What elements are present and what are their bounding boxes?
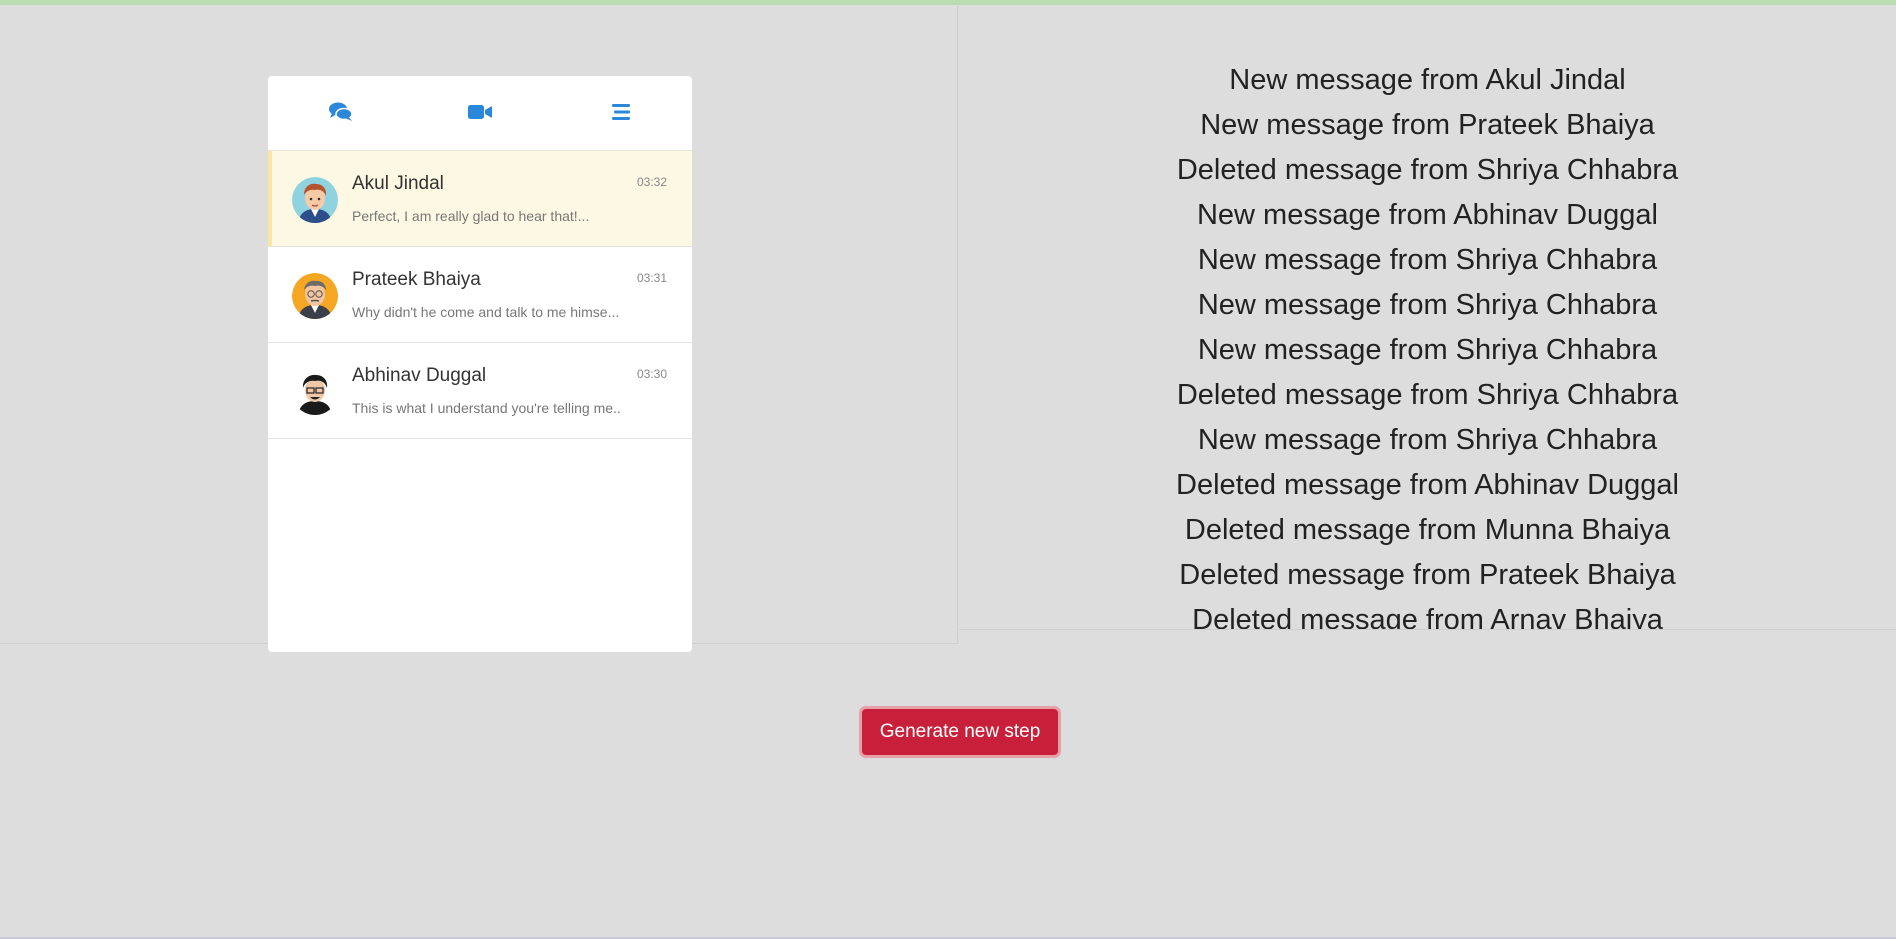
tab-menu[interactable] bbox=[607, 100, 635, 124]
tab-bar bbox=[268, 76, 692, 151]
message-preview: Perfect, I am really glad to hear that!.… bbox=[352, 208, 590, 224]
avatar bbox=[292, 273, 338, 319]
contact-name: Prateek Bhaiya bbox=[352, 269, 481, 290]
message-time: 03:32 bbox=[636, 175, 667, 189]
generate-new-step-button[interactable]: Generate new step bbox=[859, 706, 1061, 758]
log-entry: New message from Abhinav Duggal bbox=[1196, 199, 1658, 231]
log-entry: New message from Shriya Chhabra bbox=[1197, 289, 1658, 321]
log-entry: New message from Shriya Chhabra bbox=[1197, 244, 1658, 276]
log-entry: Deleted message from Prateek Bhaiya bbox=[1179, 559, 1676, 591]
avatar bbox=[292, 369, 338, 415]
log-entry: New message from Prateek Bhaiya bbox=[1200, 109, 1655, 141]
conversation-item[interactable]: Abhinav Duggal 03:30 This is what I unde… bbox=[268, 343, 692, 439]
menu-lines-icon bbox=[612, 104, 630, 120]
log-entry: Deleted message from Munna Bhaiya bbox=[1184, 514, 1671, 546]
log-entry: New message from Shriya Chhabra bbox=[1197, 334, 1658, 366]
log-entry: Deleted message from Abhinav Duggal bbox=[1176, 469, 1679, 501]
chat-bubbles-icon bbox=[329, 102, 353, 121]
message-preview: This is what I understand you're telling… bbox=[352, 400, 621, 416]
log-entry: Deleted message from Shriya Chhabra bbox=[1176, 154, 1679, 186]
log-entry: Deleted message from Shriya Chhabra bbox=[1176, 379, 1679, 411]
message-time: 03:30 bbox=[636, 367, 667, 381]
contact-name: Akul Jindal bbox=[352, 173, 444, 194]
conversation-item[interactable]: Prateek Bhaiya 03:31 Why didn't he come … bbox=[268, 247, 692, 343]
message-time: 03:31 bbox=[636, 271, 667, 285]
chat-preview-pane: Akul Jindal 03:32 Perfect, I am really g… bbox=[0, 6, 958, 652]
contact-name: Abhinav Duggal bbox=[352, 365, 487, 386]
log-entry: New message from Akul Jindal bbox=[1229, 64, 1626, 96]
event-log: New message from Akul Jindal New message… bbox=[959, 58, 1896, 630]
chat-app-panel: Akul Jindal 03:32 Perfect, I am really g… bbox=[268, 76, 692, 652]
conversation-item[interactable]: Akul Jindal 03:32 Perfect, I am really g… bbox=[268, 151, 692, 247]
log-entry: Deleted message from Arnav Bhaiya bbox=[1192, 604, 1663, 630]
video-camera-icon bbox=[468, 105, 492, 119]
event-log-pane[interactable]: New message from Akul Jindal New message… bbox=[959, 6, 1896, 630]
log-entry: New message from Shriya Chhabra bbox=[1197, 424, 1658, 456]
avatar bbox=[292, 177, 338, 223]
tab-chats[interactable] bbox=[327, 100, 355, 124]
top-accent-strip bbox=[0, 0, 1896, 5]
tab-video[interactable] bbox=[466, 100, 494, 124]
message-preview: Why didn't he come and talk to me himse.… bbox=[352, 304, 620, 320]
